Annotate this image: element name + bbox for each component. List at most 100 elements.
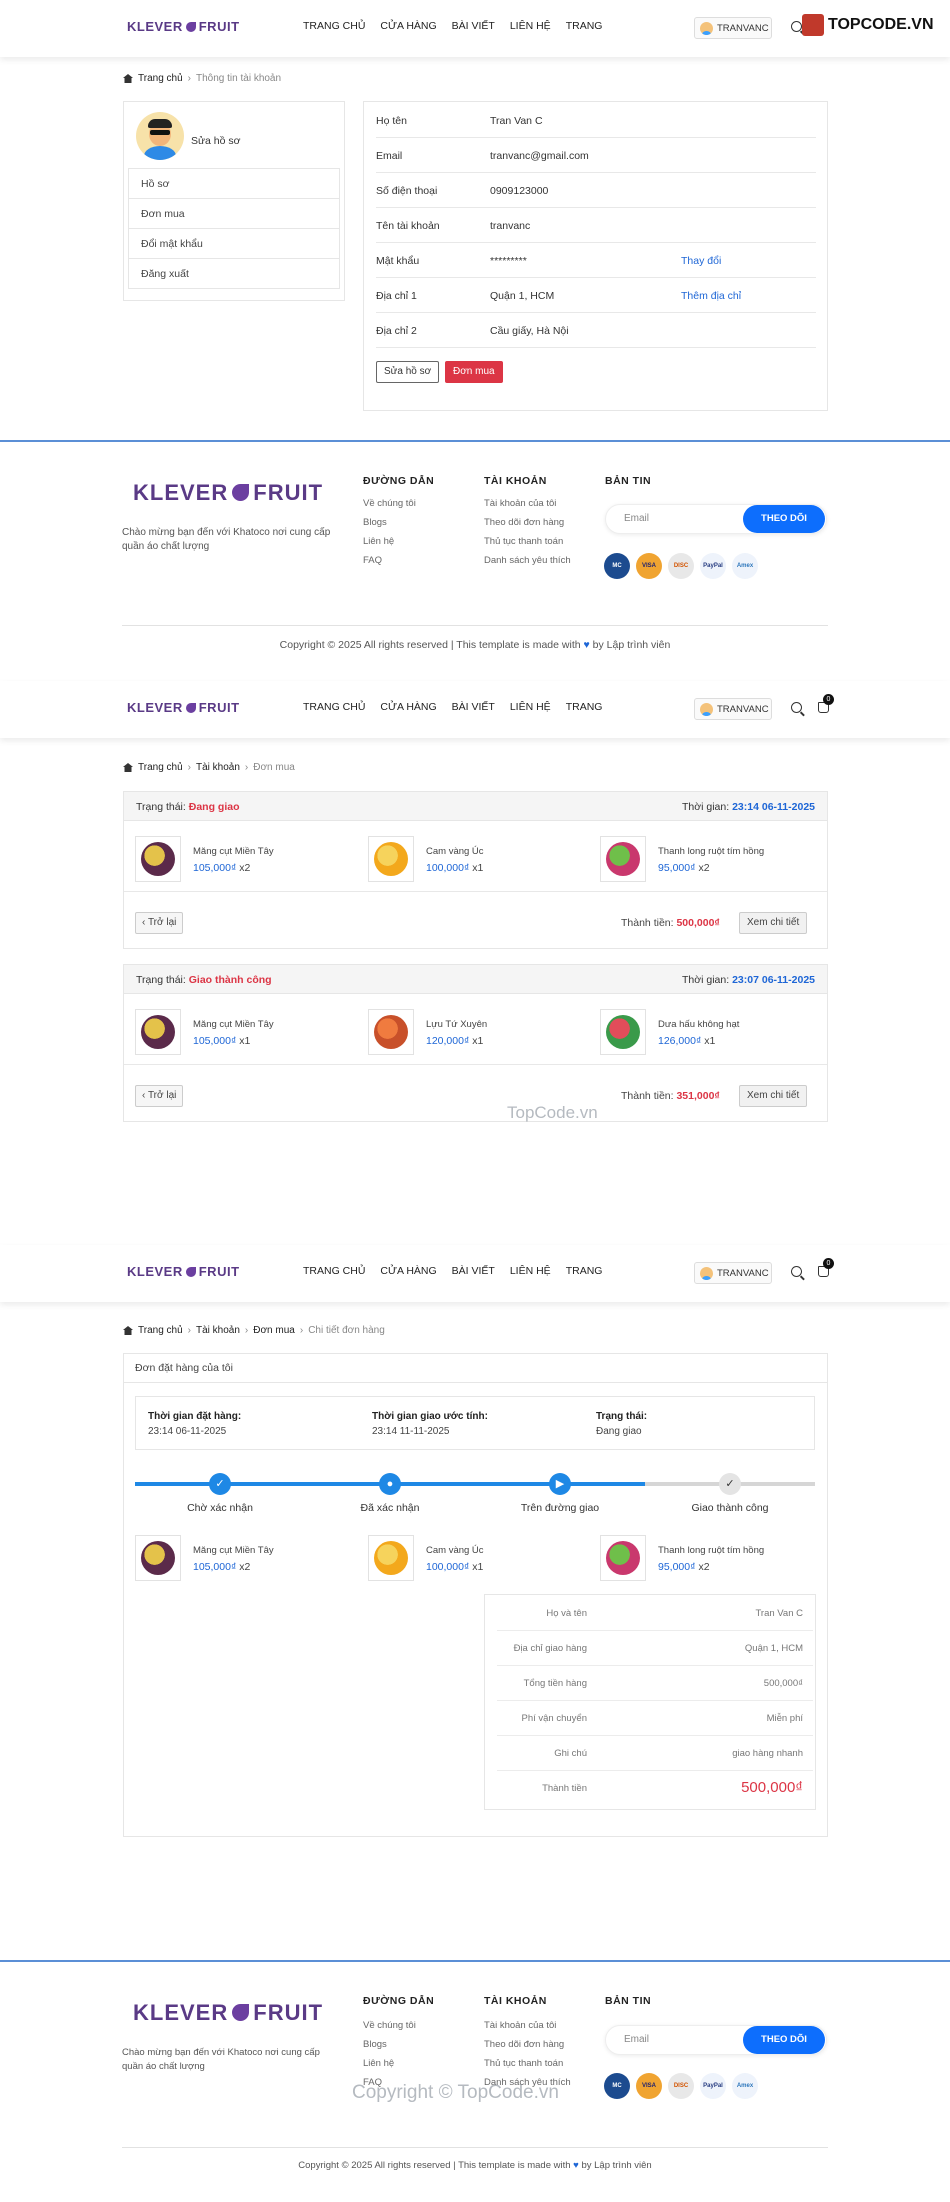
nav-pages[interactable]: TRANG <box>566 1265 603 1277</box>
cart-icon[interactable]: 0 <box>818 1258 834 1277</box>
breadcrumb-orders[interactable]: Đơn mua <box>253 1325 295 1336</box>
search-icon[interactable] <box>791 21 802 32</box>
breadcrumb-account[interactable]: Tài khoản <box>196 1325 240 1336</box>
nav-home[interactable]: TRANG CHỦ <box>303 20 365 32</box>
mastercard-icon: MC <box>604 553 630 579</box>
search-icon[interactable] <box>791 702 802 713</box>
product-thumbnail <box>600 1535 646 1581</box>
footer-links: Về chúng tôi Blogs Liên hệ FAQ <box>363 494 416 570</box>
profile-row: Số điện thoại 0909123000 <box>376 173 816 208</box>
menu-item-logout[interactable]: Đăng xuất <box>129 258 339 288</box>
nav-shop[interactable]: CỬA HÀNG <box>380 20 436 32</box>
main-nav: TRANG CHỦ CỬA HÀNG BÀI VIẾT LIÊN HỆ TRAN… <box>303 20 602 32</box>
footer-link-track-order[interactable]: Theo dõi đơn hàng <box>484 513 571 532</box>
footer-link-about[interactable]: Về chúng tôi <box>363 494 416 513</box>
step-delivered-check-icon: ✓ <box>719 1473 741 1495</box>
order-item[interactable]: Thanh long ruột tím hồng 95,000₫ x2 <box>600 1535 820 1581</box>
nav-blog[interactable]: BÀI VIẾT <box>452 701 495 713</box>
nav-home[interactable]: TRANG CHỦ <box>303 701 365 713</box>
footer-description: Chào mừng bạn đến với Khatoco nơi cung c… <box>122 527 331 552</box>
nav-pages[interactable]: TRANG <box>566 701 603 713</box>
edit-profile-link[interactable]: Sửa hồ sơ <box>191 135 241 147</box>
order-item[interactable]: Thanh long ruột tím hồng 95,000₫ x2 <box>600 836 820 882</box>
footer-link-my-account[interactable]: Tài khoản của tôi <box>484 494 571 513</box>
summary-key: Tổng tiền hàng <box>523 1678 587 1689</box>
site-logo[interactable]: KLEVER FRUIT <box>127 700 240 715</box>
footer-link-checkout[interactable]: Thủ tục thanh toán <box>484 532 571 551</box>
nav-shop[interactable]: CỬA HÀNG <box>380 701 436 713</box>
breadcrumb-account[interactable]: Tài khoản <box>196 762 240 773</box>
copyright-link[interactable]: Lập trình viên <box>594 2160 652 2171</box>
nav-contact[interactable]: LIÊN HỆ <box>510 1265 551 1277</box>
user-menu-button[interactable]: TRANVANC <box>694 17 772 39</box>
order-item[interactable]: Lựu Tứ Xuyên 120,000₫ x1 <box>368 1009 588 1055</box>
site-logo[interactable]: KLEVER FRUIT <box>127 1264 240 1279</box>
order-item[interactable]: Cam vàng Úc 100,000₫ x1 <box>368 836 588 882</box>
product-price: 126,000₫ x1 <box>658 1035 716 1047</box>
user-menu-button[interactable]: TRANVANC <box>694 1262 772 1284</box>
subscribe-button[interactable]: THEO DÕI <box>743 505 825 533</box>
profile-row-action[interactable]: Thêm địa chỉ <box>681 290 741 302</box>
product-thumbnail <box>135 1009 181 1055</box>
summary-key: Địa chỉ giao hàng <box>513 1643 587 1654</box>
product-price: 105,000₫ x1 <box>193 1035 251 1047</box>
order-item[interactable]: Măng cụt Miền Tây 105,000₫ x2 <box>135 836 355 882</box>
order-header: Trạng thái: Đang giao Thời gian: 23:14 0… <box>123 791 828 821</box>
summary-key: Phí vận chuyển <box>521 1713 588 1724</box>
view-detail-button[interactable]: Xem chi tiết <box>739 912 808 934</box>
summary-value: 500,000₫ <box>741 1779 803 1796</box>
footer-logo[interactable]: KLEVER FRUIT <box>133 480 323 506</box>
fruit-logo-icon <box>232 484 250 501</box>
back-button[interactable]: ‹ Trở lại <box>135 912 184 934</box>
breadcrumb-home[interactable]: Trang chủ <box>138 73 183 84</box>
orders-button[interactable]: Đơn mua <box>445 361 503 383</box>
profile-row: Mật khẩu ********* Thay đổi <box>376 243 816 278</box>
user-menu-button[interactable]: TRANVANC <box>694 698 772 720</box>
footer-link-blogs[interactable]: Blogs <box>363 513 416 532</box>
nav-blog[interactable]: BÀI VIẾT <box>452 20 495 32</box>
copyright-link[interactable]: Lập trình viên <box>607 639 671 651</box>
breadcrumb-home[interactable]: Trang chủ <box>138 1325 183 1336</box>
subscribe-button[interactable]: THEO DÕI <box>743 2026 825 2054</box>
site-logo[interactable]: KLEVER FRUIT <box>127 19 240 34</box>
product-thumbnail <box>368 1535 414 1581</box>
nav-shop[interactable]: CỬA HÀNG <box>380 1265 436 1277</box>
footer-link-my-account[interactable]: Tài khoản của tôi <box>484 2016 571 2035</box>
menu-item-profile[interactable]: Hồ sơ <box>129 168 339 198</box>
edit-profile-button[interactable]: Sửa hồ sơ <box>376 361 440 383</box>
menu-item-orders[interactable]: Đơn mua <box>129 198 339 228</box>
profile-row-action[interactable]: Thay đổi <box>681 255 721 267</box>
search-icon[interactable] <box>791 1266 802 1277</box>
product-price: 105,000₫ x2 <box>193 1561 251 1573</box>
footer-link-blogs[interactable]: Blogs <box>363 2035 416 2054</box>
back-button[interactable]: ‹ Trở lại <box>135 1085 184 1107</box>
profile-row-value: tranvanc@gmail.com <box>490 150 589 162</box>
order-item[interactable]: Cam vàng Úc 100,000₫ x1 <box>368 1535 588 1581</box>
footer-link-about[interactable]: Về chúng tôi <box>363 2016 416 2035</box>
footer-link-checkout[interactable]: Thủ tục thanh toán <box>484 2054 571 2073</box>
avatar <box>700 1266 713 1280</box>
profile-row: Email tranvanc@gmail.com <box>376 138 816 173</box>
order-item[interactable]: Măng cụt Miền Tây 105,000₫ x1 <box>135 1009 355 1055</box>
footer-link-track-order[interactable]: Theo dõi đơn hàng <box>484 2035 571 2054</box>
breadcrumb-home[interactable]: Trang chủ <box>138 762 183 773</box>
footer-link-contact[interactable]: Liên hệ <box>363 2054 416 2073</box>
order-item[interactable]: Măng cụt Miền Tây 105,000₫ x2 <box>135 1535 355 1581</box>
nav-pages[interactable]: TRANG <box>566 20 603 32</box>
summary-row: Ghi chú giao hàng nhanh <box>497 1736 813 1771</box>
summary-row: Địa chỉ giao hàng Quận 1, HCM <box>497 1631 813 1666</box>
nav-contact[interactable]: LIÊN HỆ <box>510 701 551 713</box>
nav-contact[interactable]: LIÊN HỆ <box>510 20 551 32</box>
footer-logo[interactable]: KLEVER FRUIT <box>133 2000 323 2026</box>
copyright: Copyright © 2025 All rights reserved | T… <box>298 2160 652 2171</box>
menu-item-change-password[interactable]: Đổi mật khẩu <box>129 228 339 258</box>
footer-link-wishlist[interactable]: Danh sách yêu thích <box>484 551 571 570</box>
nav-home[interactable]: TRANG CHỦ <box>303 1265 365 1277</box>
order-item[interactable]: Dưa hấu không hạt 126,000₫ x1 <box>600 1009 820 1055</box>
view-detail-button[interactable]: Xem chi tiết <box>739 1085 808 1107</box>
nav-blog[interactable]: BÀI VIẾT <box>452 1265 495 1277</box>
footer-link-contact[interactable]: Liên hệ <box>363 532 416 551</box>
breadcrumb-current: Đơn mua <box>253 762 295 773</box>
footer-link-faq[interactable]: FAQ <box>363 551 416 570</box>
cart-icon[interactable]: 0 <box>818 694 834 713</box>
